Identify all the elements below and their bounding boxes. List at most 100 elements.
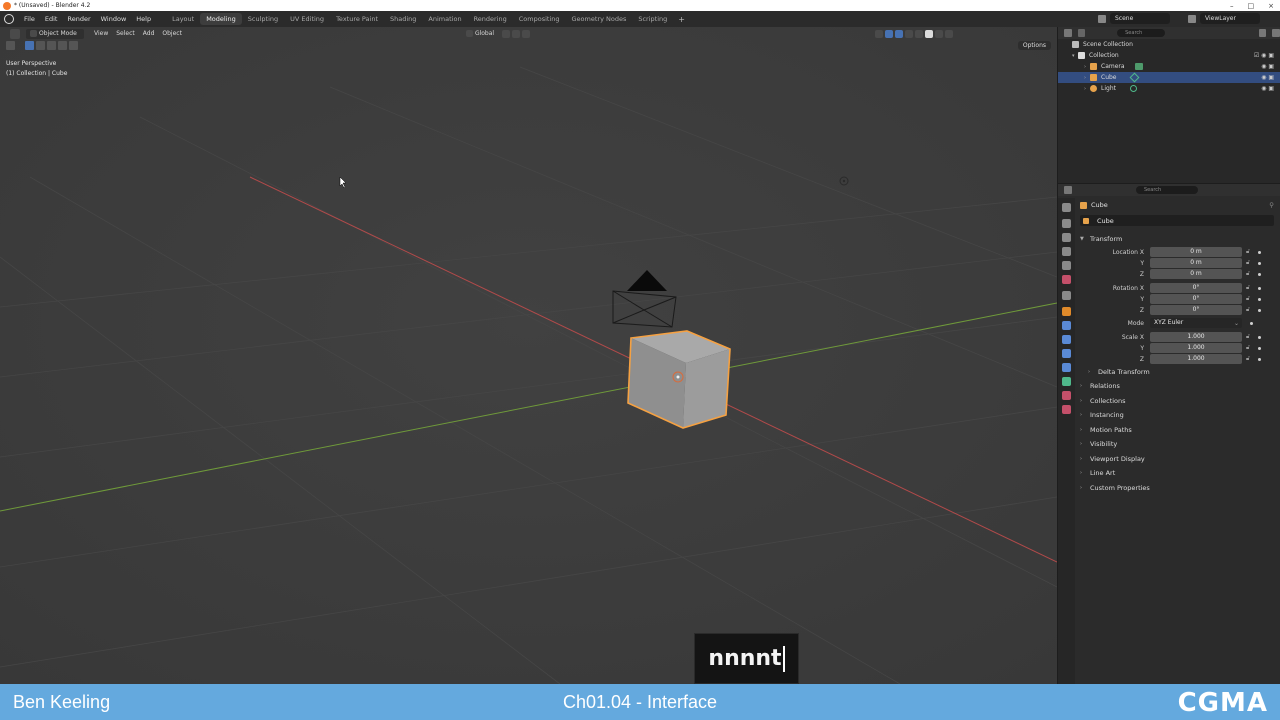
outliner-display-mode-icon[interactable]: [1077, 29, 1086, 37]
options-dropdown[interactable]: Options: [1017, 41, 1051, 50]
rotation-x-keyframe-icon[interactable]: [1258, 286, 1261, 290]
scene-tab-icon[interactable]: [1062, 261, 1071, 270]
outliner-collection[interactable]: ▾ Collection ☑ ◉ ▣: [1058, 50, 1280, 61]
transform-orientation-dropdown[interactable]: Global: [462, 29, 498, 39]
world-tab-icon[interactable]: [1062, 275, 1071, 284]
scale-x-lock-icon[interactable]: 🔓︎: [1246, 333, 1254, 341]
scale-z-keyframe-icon[interactable]: [1258, 357, 1261, 361]
select-menu[interactable]: Select: [112, 29, 139, 39]
view-layer-selector[interactable]: ViewLayer: [1200, 13, 1260, 24]
object-mode-dropdown[interactable]: Object Mode: [26, 28, 84, 39]
rotation-x-lock-icon[interactable]: 🔓︎: [1246, 284, 1254, 292]
workspace-tab-rendering[interactable]: Rendering: [468, 13, 513, 25]
select-tool-icon[interactable]: [6, 41, 15, 50]
viewport-display-section[interactable]: › Viewport Display: [1078, 452, 1278, 467]
workspace-tab-layout[interactable]: Layout: [166, 13, 200, 25]
pivot-snap-buttons[interactable]: [498, 29, 536, 39]
rotation-y-lock-icon[interactable]: 🔓︎: [1246, 295, 1254, 303]
workspace-tab-shading[interactable]: Shading: [384, 13, 422, 25]
select-mode-intersect-icon[interactable]: [69, 41, 78, 50]
location-z-field[interactable]: 0 m: [1150, 269, 1242, 279]
maximize-button[interactable]: □: [1248, 2, 1255, 10]
outliner-search-input[interactable]: Search: [1117, 29, 1165, 37]
properties-editor-icon[interactable]: [1064, 186, 1072, 194]
viewport-scene[interactable]: [0, 27, 1057, 684]
minimize-button[interactable]: –: [1230, 2, 1234, 10]
outliner-item-cube[interactable]: › Cube ◉ ▣: [1058, 72, 1280, 83]
tool-tab-icon[interactable]: [1062, 203, 1071, 212]
cube-visibility[interactable]: ◉ ▣: [1261, 74, 1274, 81]
properties-search-input[interactable]: Search: [1136, 186, 1198, 194]
3d-viewport[interactable]: Object Mode View Select Add Object Globa…: [0, 27, 1057, 684]
transform-section-header[interactable]: ▼ Transform: [1078, 232, 1278, 247]
object-tab-icon[interactable]: [1062, 307, 1071, 316]
filter-icon[interactable]: [1258, 29, 1267, 37]
visibility-section[interactable]: › Visibility: [1078, 437, 1278, 452]
outliner-item-camera[interactable]: › Camera ◉ ▣: [1058, 61, 1280, 72]
rotation-mode-keyframe-icon[interactable]: [1250, 321, 1253, 325]
particles-tab-icon[interactable]: [1062, 335, 1071, 344]
rotation-z-keyframe-icon[interactable]: [1258, 308, 1261, 312]
rotation-z-field[interactable]: 0°: [1150, 305, 1242, 315]
delta-transform-section[interactable]: › Delta Transform: [1078, 365, 1278, 380]
rotation-y-keyframe-icon[interactable]: [1258, 297, 1261, 301]
collections-section[interactable]: › Collections: [1078, 394, 1278, 409]
location-x-field[interactable]: 0 m: [1150, 247, 1242, 257]
outliner-editor-icon[interactable]: [1064, 29, 1072, 37]
menu-file[interactable]: File: [19, 15, 40, 23]
workspace-tab-geometry-nodes[interactable]: Geometry Nodes: [566, 13, 633, 25]
editor-type-button[interactable]: [6, 28, 26, 39]
scene-selector[interactable]: Scene: [1110, 13, 1170, 24]
location-y-field[interactable]: 0 m: [1150, 258, 1242, 268]
object-menu[interactable]: Object: [158, 29, 186, 39]
camera-visibility[interactable]: ◉ ▣: [1261, 63, 1274, 70]
texture-tab-icon[interactable]: [1062, 405, 1071, 414]
new-collection-icon[interactable]: [1272, 29, 1280, 37]
menu-window[interactable]: Window: [96, 15, 132, 23]
workspace-tab-modeling[interactable]: Modeling: [200, 13, 242, 25]
add-workspace-button[interactable]: +: [673, 15, 690, 24]
workspace-tab-uv-editing[interactable]: UV Editing: [284, 13, 330, 25]
data-tab-icon[interactable]: [1062, 377, 1071, 386]
scale-y-keyframe-icon[interactable]: [1258, 346, 1261, 350]
physics-tab-icon[interactable]: [1062, 349, 1071, 358]
pin-icon[interactable]: ⚲: [1269, 201, 1274, 209]
relations-section[interactable]: › Relations: [1078, 379, 1278, 394]
rotation-y-field[interactable]: 0°: [1150, 294, 1242, 304]
scale-y-lock-icon[interactable]: 🔓︎: [1246, 344, 1254, 352]
menu-help[interactable]: Help: [131, 15, 156, 23]
location-x-lock-icon[interactable]: 🔓︎: [1246, 248, 1254, 256]
select-mode-new-icon[interactable]: [25, 41, 34, 50]
workspace-tab-animation[interactable]: Animation: [422, 13, 467, 25]
workspace-tab-texture-paint[interactable]: Texture Paint: [330, 13, 384, 25]
collection-visibility[interactable]: ☑ ◉ ▣: [1254, 52, 1274, 59]
select-mode-extend-icon[interactable]: [36, 41, 45, 50]
location-z-keyframe-icon[interactable]: [1258, 272, 1261, 276]
menu-edit[interactable]: Edit: [40, 15, 63, 23]
menu-render[interactable]: Render: [62, 15, 95, 23]
workspace-tab-scripting[interactable]: Scripting: [632, 13, 673, 25]
location-y-lock-icon[interactable]: 🔓︎: [1246, 259, 1254, 267]
custom-properties-section[interactable]: › Custom Properties: [1078, 481, 1278, 496]
outliner-item-light[interactable]: › Light ◉ ▣: [1058, 83, 1280, 94]
view-menu[interactable]: View: [90, 29, 112, 39]
material-tab-icon[interactable]: [1062, 391, 1071, 400]
rotation-z-lock-icon[interactable]: 🔓︎: [1246, 306, 1254, 314]
render-tab-icon[interactable]: [1062, 219, 1071, 228]
workspace-tab-sculpting[interactable]: Sculpting: [242, 13, 284, 25]
select-mode-subtract-icon[interactable]: [47, 41, 56, 50]
scale-z-field[interactable]: 1.000: [1150, 354, 1242, 364]
scale-x-field[interactable]: 1.000: [1150, 332, 1242, 342]
close-window-button[interactable]: ×: [1268, 2, 1274, 10]
scale-y-field[interactable]: 1.000: [1150, 343, 1242, 353]
modifier-tab-icon[interactable]: [1062, 321, 1071, 330]
outliner-scene-collection[interactable]: Scene Collection: [1058, 39, 1280, 50]
line-art-section[interactable]: › Line Art: [1078, 466, 1278, 481]
scale-x-keyframe-icon[interactable]: [1258, 335, 1261, 339]
rotation-x-field[interactable]: 0°: [1150, 283, 1242, 293]
location-z-lock-icon[interactable]: 🔓︎: [1246, 270, 1254, 278]
location-y-keyframe-icon[interactable]: [1258, 261, 1261, 265]
rotation-mode-dropdown[interactable]: XYZ Euler: [1150, 318, 1242, 328]
instancing-section[interactable]: › Instancing: [1078, 408, 1278, 423]
location-x-keyframe-icon[interactable]: [1258, 250, 1261, 254]
